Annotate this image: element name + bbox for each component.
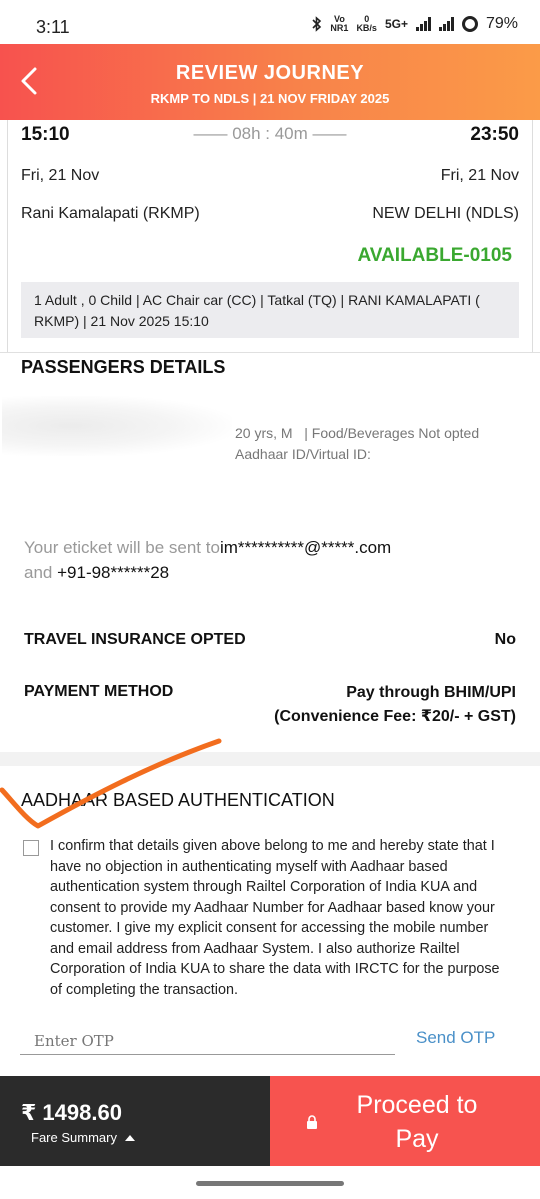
insurance-value: No [494, 631, 516, 648]
payment-method: Pay through BHIM/UPI [346, 684, 516, 701]
proceed-to-pay-button[interactable]: Proceed to Pay [270, 1076, 540, 1166]
header: REVIEW JOURNEY RKMP TO NDLS | 21 NOV FRI… [0, 44, 540, 120]
passengers-title: PASSENGERS DETAILS [21, 357, 226, 377]
departure-date: Fri, 21 Nov [21, 167, 100, 184]
network-speed: 0 KB/s [356, 14, 377, 33]
proceed-label: Proceed to Pay [356, 1091, 478, 1153]
eticket-info: Your eticket will be sent toim**********… [24, 535, 524, 585]
eticket-email: im**********@*****.com [219, 538, 392, 557]
convenience-fee: (Convenience Fee: ₹20/- + GST) [274, 708, 516, 725]
passenger-aadhaar: Aadhaar ID/Virtual ID: [235, 446, 371, 462]
payment-value: Pay through BHIM/UPI (Convenience Fee: ₹… [274, 681, 516, 729]
fare-summary-panel[interactable]: ₹ 1498.60 Fare Summary [0, 1076, 270, 1166]
section-separator [0, 752, 540, 766]
booking-info: 1 Adult , 0 Child | AC Chair car (CC) | … [21, 282, 519, 338]
total-fare: ₹ 1498.60 [21, 1100, 122, 1125]
fare-summary-toggle[interactable]: Fare Summary [31, 1130, 135, 1145]
from-station: Rani Kamalapati (RKMP) [21, 205, 200, 222]
status-time: 3:11 [36, 17, 70, 37]
lock-icon [307, 1115, 317, 1129]
system-nav-bar [0, 1166, 540, 1199]
page-subtitle: RKMP TO NDLS | 21 NOV FRIDAY 2025 [150, 91, 390, 106]
card-border-left [7, 120, 8, 352]
network-type: 5G+ [384, 17, 408, 31]
payment-label: PAYMENT METHOD [24, 683, 174, 700]
home-gesture-handle[interactable] [196, 1181, 344, 1186]
fare-summary-label: Fare Summary [31, 1130, 117, 1145]
eticket-phone: +91-98******28 [57, 563, 170, 582]
otp-input[interactable] [20, 1027, 395, 1055]
passenger-details: 20 yrs, M | Food/Beverages Not opted [235, 425, 479, 441]
page-title: REVIEW JOURNEY [175, 62, 365, 84]
to-station: NEW DELHI (NDLS) [372, 205, 519, 222]
card-border-right [532, 120, 533, 352]
status-bar: 3:11 Vo NR1 0 KB/s 5G+ 79% [0, 0, 540, 44]
passenger-age-gender: 20 yrs, M [235, 425, 293, 441]
battery-icon [461, 16, 478, 32]
battery-level: 79% [485, 15, 518, 32]
arrival-time: 23:50 [470, 124, 519, 145]
review-journey-screen: 3:11 Vo NR1 0 KB/s 5G+ 79% REVIEW JOURNEY … [0, 0, 540, 1199]
availability-status: AVAILABLE-0105 [357, 245, 513, 266]
annotation-checkmark [0, 738, 222, 829]
eticket-prefix: Your eticket will be sent to [24, 538, 220, 557]
caret-up-icon [124, 1134, 135, 1141]
signal-icon [415, 17, 431, 31]
status-icons: Vo NR1 0 KB/s 5G+ 79% [312, 15, 518, 33]
arrival-date: Fri, 21 Nov [440, 167, 519, 184]
eticket-and: and [24, 563, 53, 582]
passenger-food: | Food/Beverages Not opted [304, 425, 480, 441]
aadhaar-consent-text: I confirm that details given above belon… [50, 838, 500, 998]
insurance-label: TRAVEL INSURANCE OPTED [24, 631, 246, 648]
signal-icon-2 [438, 17, 454, 31]
aadhaar-title: AADHAAR BASED AUTHENTICATION [21, 790, 335, 810]
section-divider [0, 352, 540, 353]
passenger-name-redacted [2, 396, 232, 456]
send-otp-button[interactable]: Send OTP [416, 1028, 495, 1048]
bluetooth-icon [312, 16, 322, 32]
volte-indicator: Vo NR1 [330, 14, 349, 33]
journey-duration: —— 08h : 40m —— [193, 124, 347, 143]
aadhaar-consent-checkbox[interactable] [23, 840, 39, 856]
